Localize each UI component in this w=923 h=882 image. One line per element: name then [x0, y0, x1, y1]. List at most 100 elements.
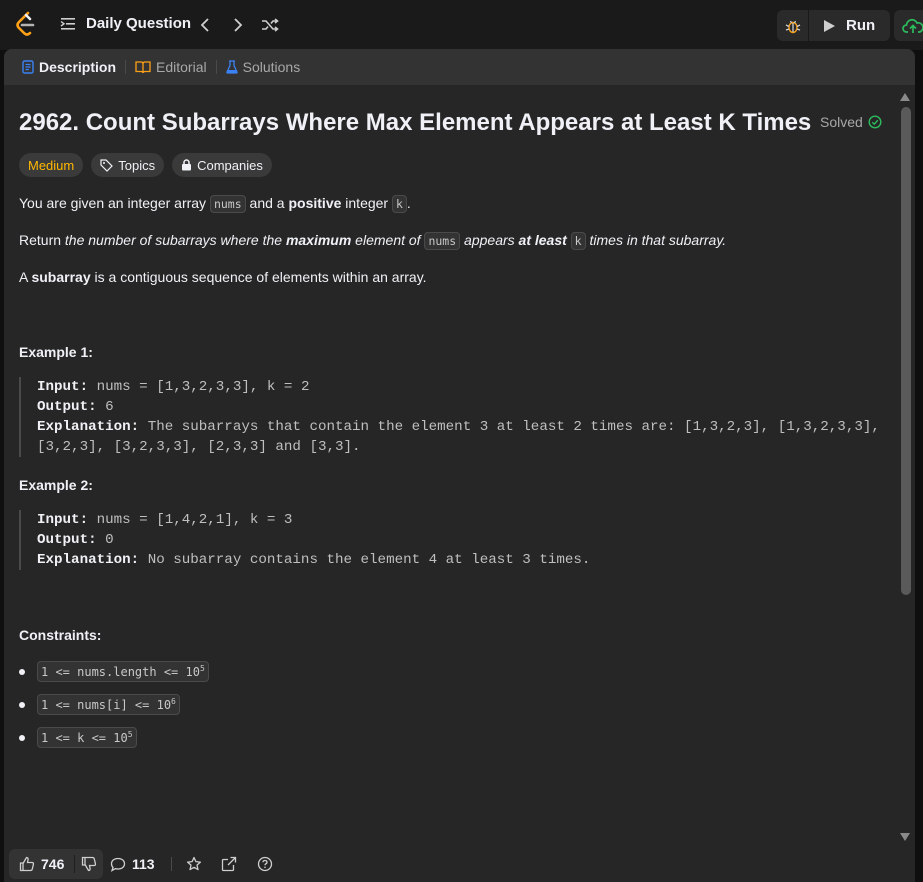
- bold-text: positive: [288, 195, 342, 211]
- next-question-button[interactable]: [228, 15, 248, 35]
- companies-tag[interactable]: Companies: [172, 153, 272, 177]
- output-label: Output:: [37, 532, 97, 548]
- description-paragraph-2: Return the number of subarrays where the…: [19, 230, 726, 251]
- description-paragraph-3: A subarray is a contiguous sequence of e…: [19, 267, 427, 287]
- external-link-icon: [221, 856, 237, 872]
- output-label: Output:: [37, 399, 97, 415]
- text: Return: [19, 232, 65, 248]
- description-paragraph-1: You are given an integer array nums and …: [19, 193, 411, 214]
- constraints-heading: Constraints:: [19, 627, 102, 643]
- input-value: nums = [1,3,2,3,3], k = 2: [96, 379, 310, 395]
- italic-text: element of: [351, 232, 425, 248]
- topics-label: Topics: [118, 157, 156, 173]
- tab-solutions-label: Solutions: [242, 59, 301, 75]
- inline-code: k: [570, 232, 586, 250]
- divider: [74, 855, 76, 873]
- like-dislike-group: 746: [9, 849, 103, 879]
- flask-icon: [225, 60, 238, 74]
- shuffle-icon: [262, 18, 279, 32]
- thumbs-up-icon[interactable]: [19, 856, 35, 872]
- inline-code: nums: [209, 195, 246, 213]
- constraint-text: 1 <= nums.length <= 10: [41, 665, 200, 679]
- italic-text: the number of subarrays where the: [64, 232, 286, 248]
- superscript: 5: [127, 730, 133, 739]
- constraint-item: 1 <= nums.length <= 105: [19, 661, 209, 682]
- tab-divider: [215, 60, 217, 74]
- debug-button[interactable]: [777, 10, 809, 41]
- comments-button[interactable]: 113: [110, 856, 155, 872]
- tag-icon: [100, 158, 114, 172]
- constraint-item: 1 <= k <= 105: [19, 727, 137, 748]
- submit-button[interactable]: [894, 10, 923, 41]
- constraint-text: 1 <= nums[i] <= 10: [41, 698, 172, 712]
- inline-code: k: [391, 195, 407, 213]
- problem-tags: Medium Topics Companies: [19, 153, 272, 177]
- constraint-code: 1 <= k <= 105: [37, 727, 137, 748]
- bullet: [19, 701, 25, 708]
- explanation-label: Explanation:: [37, 552, 140, 568]
- scroll-up-button[interactable]: [899, 89, 911, 107]
- triangle-down-icon: [900, 833, 910, 841]
- superscript: 5: [199, 664, 205, 673]
- prev-question-button[interactable]: [195, 15, 215, 35]
- bullet: [19, 668, 25, 675]
- bold-italic-text: maximum: [285, 232, 352, 248]
- example-2-block: Input: nums = [1,4,2,1], k = 3 Output: 0…: [19, 510, 899, 570]
- explanation-value: The subarrays that contain the element 3…: [147, 419, 880, 435]
- run-button-group: Run: [777, 10, 890, 41]
- share-button[interactable]: [221, 856, 237, 877]
- problem-title[interactable]: 2962. Count Subarrays Where Max Element …: [19, 109, 811, 137]
- inline-code: nums: [424, 232, 461, 250]
- check-circle-icon: [868, 115, 882, 129]
- difficulty-badge: Medium: [19, 153, 84, 177]
- constraint-code: 1 <= nums[i] <= 106: [37, 694, 180, 715]
- text: .: [406, 195, 411, 211]
- solved-status: Solved: [820, 114, 882, 130]
- list-icon: [60, 17, 75, 30]
- thumbs-down-icon[interactable]: [81, 856, 97, 872]
- daily-question-button[interactable]: Daily Question: [60, 15, 191, 32]
- explanation-value: No subarray contains the element 4 at le…: [147, 552, 591, 568]
- example-1-block: Input: nums = [1,3,2,3,3], k = 2 Output:…: [19, 377, 899, 457]
- tab-description-label: Description: [39, 59, 117, 75]
- feedback-button[interactable]: [257, 856, 273, 877]
- tab-description[interactable]: Description: [16, 59, 122, 75]
- output-value: 6: [105, 399, 114, 415]
- star-icon: [186, 856, 202, 871]
- text: and a: [245, 195, 289, 211]
- bold-italic-text: at least: [518, 232, 567, 248]
- tab-editorial-label: Editorial: [156, 59, 207, 75]
- leetcode-logo-icon[interactable]: [14, 11, 38, 37]
- input-value: nums = [1,4,2,1], k = 3: [96, 512, 293, 528]
- text: A: [19, 269, 32, 285]
- top-navbar: Daily Question Run: [0, 0, 923, 50]
- description-panel: Description Editorial Solutions 2962. Co…: [4, 49, 915, 882]
- random-question-button[interactable]: [260, 15, 280, 35]
- text: is a contiguous sequence of elements wit…: [90, 269, 427, 285]
- tab-solutions[interactable]: Solutions: [220, 59, 307, 75]
- italic-text: times in that subarray.: [585, 232, 727, 248]
- bold-text: subarray: [31, 269, 91, 285]
- divider: [171, 857, 172, 871]
- chevron-right-icon: [234, 18, 243, 32]
- scrollbar-thumb[interactable]: [901, 107, 911, 595]
- like-count: 746: [41, 856, 65, 872]
- daily-question-label: Daily Question: [86, 15, 192, 32]
- run-button[interactable]: Run: [809, 10, 875, 41]
- comment-icon: [110, 857, 126, 872]
- document-icon: [22, 60, 34, 74]
- example-2-heading: Example 2:: [19, 477, 93, 493]
- example-1-heading: Example 1:: [19, 344, 93, 360]
- constraint-text: 1 <= k <= 10: [41, 731, 128, 745]
- panel-tabs: Description Editorial Solutions: [4, 49, 915, 85]
- bullet: [19, 734, 25, 741]
- triangle-up-icon: [900, 93, 910, 101]
- topics-tag[interactable]: Topics: [91, 153, 165, 177]
- tab-editorial[interactable]: Editorial: [129, 59, 213, 75]
- text: integer: [341, 195, 392, 211]
- tab-divider: [125, 60, 127, 74]
- bug-icon: [785, 20, 800, 33]
- scroll-down-button[interactable]: [899, 829, 911, 847]
- superscript: 6: [171, 697, 176, 706]
- favorite-button[interactable]: [186, 856, 202, 877]
